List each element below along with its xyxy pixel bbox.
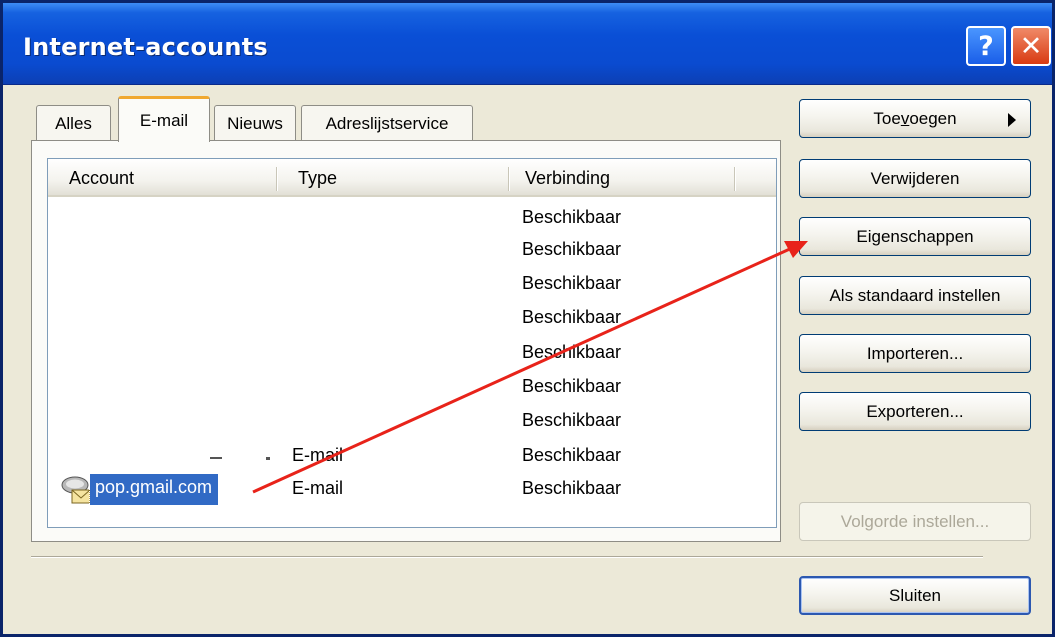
row-connection: Beschikbaar bbox=[522, 445, 622, 465]
row-connection: Beschikbaar bbox=[522, 410, 622, 430]
mail-account-icon bbox=[61, 476, 91, 504]
column-separator[interactable] bbox=[276, 167, 278, 191]
column-header-connection[interactable]: Verbinding bbox=[525, 159, 610, 197]
set-default-button[interactable]: Als standaard instellen bbox=[799, 276, 1031, 315]
tab-label: Alles bbox=[55, 113, 92, 133]
row-connection: Beschikbaar bbox=[522, 207, 622, 227]
window-title: Internet-accounts bbox=[23, 33, 268, 61]
add-button-label: Toevoegen bbox=[873, 108, 957, 128]
submenu-arrow-icon bbox=[1008, 113, 1016, 127]
title-bar[interactable]: Internet-accounts ? ✕ bbox=[3, 3, 1052, 85]
column-header-type[interactable]: Type bbox=[298, 159, 337, 197]
redacted-text-fragment bbox=[210, 457, 222, 459]
separator-line bbox=[31, 556, 983, 558]
row-connection: Beschikbaar bbox=[522, 376, 622, 396]
add-button[interactable]: Toevoegen bbox=[799, 99, 1031, 138]
redacted-text-fragment bbox=[266, 457, 270, 460]
tab-label: Nieuws bbox=[227, 113, 283, 133]
export-button[interactable]: Exporteren... bbox=[799, 392, 1031, 431]
import-button[interactable]: Importeren... bbox=[799, 334, 1031, 373]
set-order-button[interactable]: Volgorde instellen... bbox=[799, 502, 1031, 541]
column-separator[interactable] bbox=[508, 167, 510, 191]
help-icon: ? bbox=[978, 30, 994, 62]
row-type: E-mail bbox=[292, 478, 344, 498]
row-connection: Beschikbaar bbox=[522, 478, 622, 498]
column-separator[interactable] bbox=[734, 167, 736, 191]
row-type: E-mail bbox=[292, 445, 344, 465]
row-connection: Beschikbaar bbox=[522, 342, 622, 362]
row-connection: Beschikbaar bbox=[522, 307, 622, 327]
accounts-list[interactable]: Account Type Verbinding Beschikbaar Besc… bbox=[47, 158, 777, 528]
row-connection: Beschikbaar bbox=[522, 273, 622, 293]
close-button[interactable]: Sluiten bbox=[799, 576, 1031, 615]
help-button[interactable]: ? bbox=[966, 26, 1006, 66]
remove-button[interactable]: Verwijderen bbox=[799, 159, 1031, 198]
tab-alles[interactable]: Alles bbox=[36, 105, 111, 141]
close-window-button[interactable]: ✕ bbox=[1011, 26, 1051, 66]
tab-email[interactable]: E-mail bbox=[118, 96, 210, 142]
row-connection: Beschikbaar bbox=[522, 239, 622, 259]
properties-button[interactable]: Eigenschappen bbox=[799, 217, 1031, 256]
tab-nieuws[interactable]: Nieuws bbox=[214, 105, 296, 141]
column-header-account[interactable]: Account bbox=[69, 159, 134, 197]
tab-label: Adreslijstservice bbox=[325, 113, 449, 133]
close-icon: ✕ bbox=[1019, 30, 1043, 62]
tab-label: E-mail bbox=[139, 110, 189, 130]
tab-adreslijstservice[interactable]: Adreslijstservice bbox=[301, 105, 473, 141]
list-header: Account Type Verbinding bbox=[48, 159, 776, 197]
selected-account-label[interactable]: pop.gmail.com bbox=[88, 473, 220, 506]
